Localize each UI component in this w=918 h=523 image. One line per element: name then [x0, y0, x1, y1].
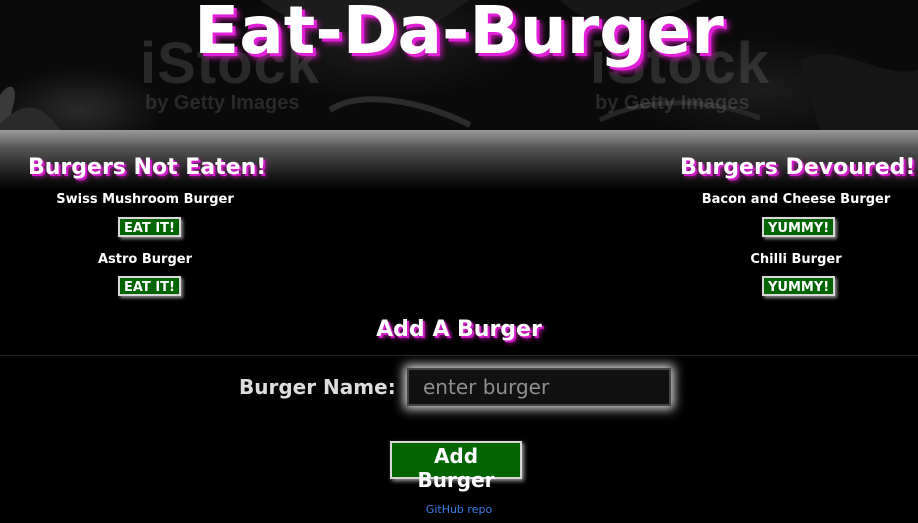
header-banner: iStock by Getty Images iStock by Getty I… — [0, 0, 918, 130]
list-item-not-eaten-1: Swiss Mushroom Burger — [56, 192, 234, 207]
add-burger-button[interactable]: Add Burger — [390, 441, 522, 492]
page-title: Eat-Da-Burger — [194, 0, 724, 69]
divider — [0, 355, 918, 356]
yummy-button[interactable]: YUMMY! — [762, 217, 836, 237]
list-item-not-eaten-2: Astro Burger — [98, 252, 192, 267]
eat-it-button[interactable]: EAT IT! — [118, 276, 181, 296]
not-eaten-heading: Burgers Not Eaten! — [28, 155, 267, 180]
list-item-devoured-1: Bacon and Cheese Burger — [701, 192, 891, 207]
add-burger-heading: Add A Burger — [376, 317, 542, 342]
github-repo-link[interactable]: GitHub repo — [0, 503, 918, 516]
watermark-right-sub: by Getty Images — [595, 92, 750, 114]
yummy-button[interactable]: YUMMY! — [762, 276, 836, 296]
eat-it-button[interactable]: EAT IT! — [118, 217, 181, 237]
watermark-left-sub: by Getty Images — [145, 92, 300, 114]
burger-name-label: Burger Name: — [239, 375, 396, 399]
list-item-devoured-2: Chilli Burger — [750, 252, 842, 267]
devoured-heading: Burgers Devoured! — [680, 155, 916, 180]
burger-name-input[interactable] — [407, 368, 671, 406]
